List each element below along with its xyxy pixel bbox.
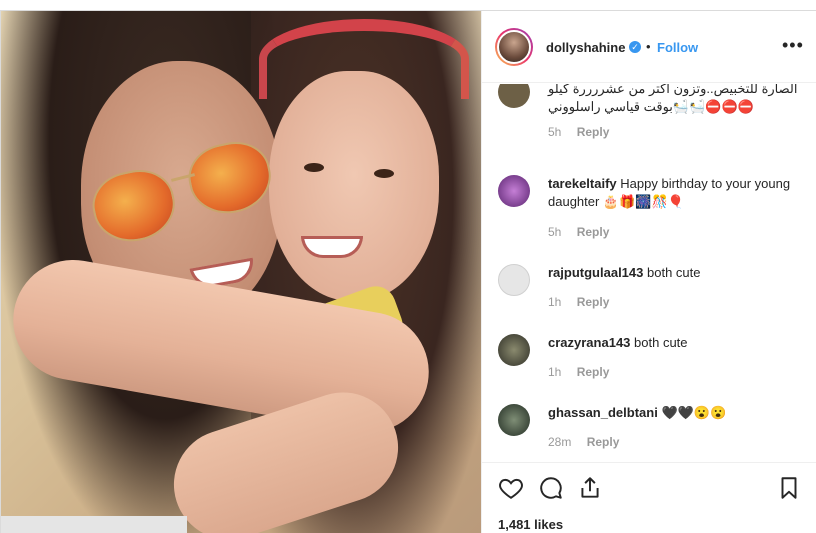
comment-time[interactable]: 5h <box>548 125 561 139</box>
comment-username[interactable]: crazyrana143 <box>548 335 630 350</box>
author-username[interactable]: dollyshahine <box>546 40 625 55</box>
photo-face-right <box>269 71 439 301</box>
post-photo[interactable] <box>1 11 481 533</box>
horizontal-scrollbar[interactable] <box>1 516 187 533</box>
reply-button[interactable]: Reply <box>577 225 610 239</box>
comment-meta: 5h Reply <box>548 125 609 139</box>
comment-meta: 28m Reply <box>548 435 619 449</box>
comments-list[interactable]: الصارة للتخبيص..وتزون اكتر من عشررررة كي… <box>482 84 816 462</box>
comment-message: both cute <box>647 265 701 280</box>
post-header: dollyshahine ✓ • Follow ••• <box>482 11 816 83</box>
speech-bubble-icon[interactable] <box>538 475 564 501</box>
post-side-panel: dollyshahine ✓ • Follow ••• الصارة للتخب… <box>481 11 816 533</box>
post-modal: dollyshahine ✓ • Follow ••• الصارة للتخب… <box>0 10 816 533</box>
comment-username[interactable]: rajputgulaal143 <box>548 265 643 280</box>
comment-text: ghassan_delbtani 🖤🖤😮😮 <box>548 404 798 422</box>
comment-time[interactable]: 1h <box>548 295 561 309</box>
comment-message: 🖤🖤😮😮 <box>661 405 727 420</box>
follow-button[interactable]: Follow <box>657 40 698 55</box>
header-separator: • <box>646 39 651 54</box>
share-icon[interactable] <box>577 475 603 501</box>
commenter-avatar[interactable] <box>498 84 530 108</box>
comment-username[interactable]: ghassan_delbtani <box>548 405 658 420</box>
comment-username[interactable]: tarekeltaify <box>548 176 617 191</box>
comment-message: both cute <box>634 335 688 350</box>
comment-text: crazyrana143 both cute <box>548 334 798 352</box>
author-avatar-image <box>497 30 531 64</box>
reply-button[interactable]: Reply <box>587 435 620 449</box>
photo-eye <box>304 163 324 172</box>
comment-meta: 1h Reply <box>548 365 609 379</box>
commenter-avatar[interactable] <box>498 175 530 207</box>
likes-count[interactable]: 1,481 likes <box>498 517 563 532</box>
commenter-avatar[interactable] <box>498 264 530 296</box>
author-avatar[interactable] <box>495 28 533 66</box>
comment-time[interactable]: 5h <box>548 225 561 239</box>
photo-headband <box>259 19 469 99</box>
verified-badge-icon: ✓ <box>629 41 641 53</box>
comment-message: الصارة للتخبيص..وتزون اكتر من عشررررة كي… <box>548 84 798 114</box>
comment-meta: 5h Reply <box>548 225 609 239</box>
reply-button[interactable]: Reply <box>577 125 610 139</box>
commenter-avatar[interactable] <box>498 404 530 436</box>
reply-button[interactable]: Reply <box>577 365 610 379</box>
comment-text: rajputgulaal143 both cute <box>548 264 798 282</box>
more-options-icon[interactable]: ••• <box>782 35 804 56</box>
post-actions: 1,481 likes <box>482 462 816 533</box>
bookmark-icon[interactable] <box>776 475 802 501</box>
reply-button[interactable]: Reply <box>577 295 610 309</box>
heart-icon[interactable] <box>498 475 524 501</box>
commenter-avatar[interactable] <box>498 334 530 366</box>
photo-eye <box>374 169 394 178</box>
comment-time[interactable]: 28m <box>548 435 571 449</box>
comment-text: الصارة للتخبيص..وتزون اكتر من عشررررة كي… <box>548 84 798 116</box>
comment-meta: 1h Reply <box>548 295 609 309</box>
comment-time[interactable]: 1h <box>548 365 561 379</box>
comment-text: tarekeltaify Happy birthday to your youn… <box>548 175 798 211</box>
